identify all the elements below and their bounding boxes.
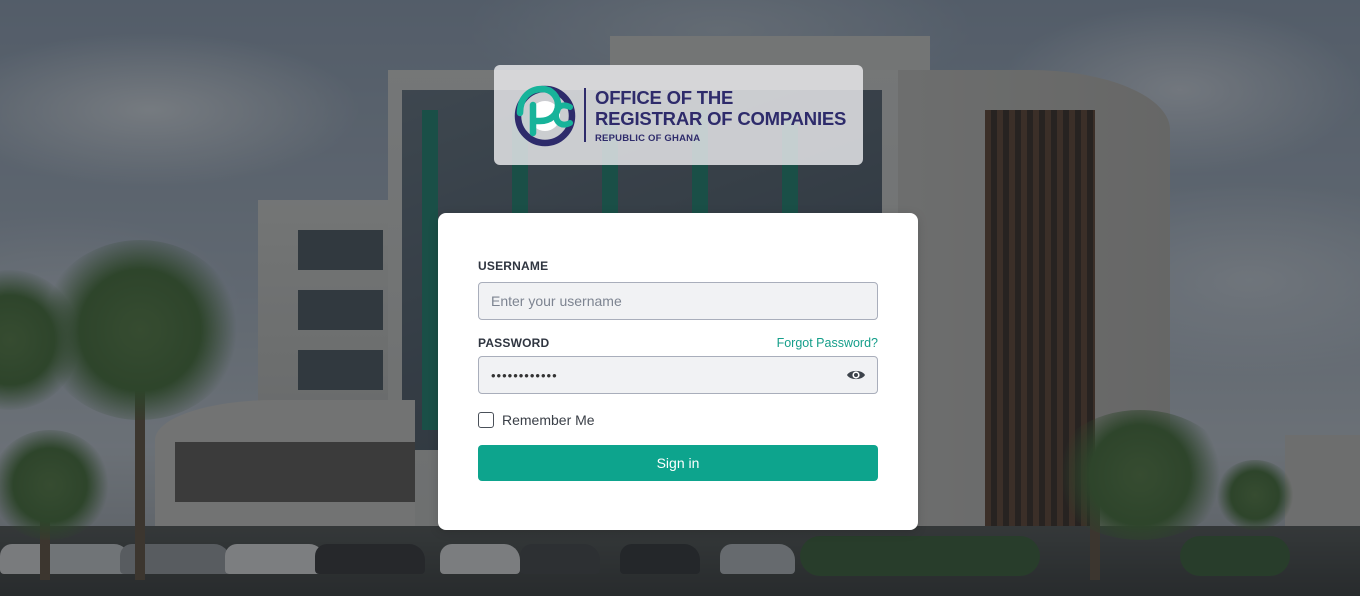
sign-in-button[interactable]: Sign in: [478, 445, 878, 481]
orc-emblem-icon: [512, 83, 576, 147]
logo-text: OFFICE OF THE REGISTRAR OF COMPANIES REP…: [595, 87, 846, 144]
remember-me-label: Remember Me: [502, 412, 595, 428]
eye-icon[interactable]: [846, 367, 866, 383]
logo-divider: [584, 88, 586, 142]
username-input[interactable]: [478, 282, 878, 320]
logo-subtitle: REPUBLIC OF GHANA: [595, 132, 701, 144]
username-label: USERNAME: [478, 259, 549, 273]
logo-title-line1: OFFICE OF THE: [595, 86, 734, 108]
remember-me-row: Remember Me: [478, 412, 878, 428]
forgot-password-link[interactable]: Forgot Password?: [777, 336, 878, 350]
password-field-wrapper: [478, 356, 878, 394]
login-card: USERNAME PASSWORD Forgot Password? Remem…: [438, 213, 918, 530]
password-header: PASSWORD Forgot Password?: [478, 336, 878, 350]
password-label: PASSWORD: [478, 336, 550, 350]
organization-logo-banner: OFFICE OF THE REGISTRAR OF COMPANIES REP…: [494, 65, 863, 165]
password-input[interactable]: [478, 356, 878, 394]
remember-me-checkbox[interactable]: [478, 412, 494, 428]
logo-title-line2: REGISTRAR OF COMPANIES: [595, 107, 847, 129]
